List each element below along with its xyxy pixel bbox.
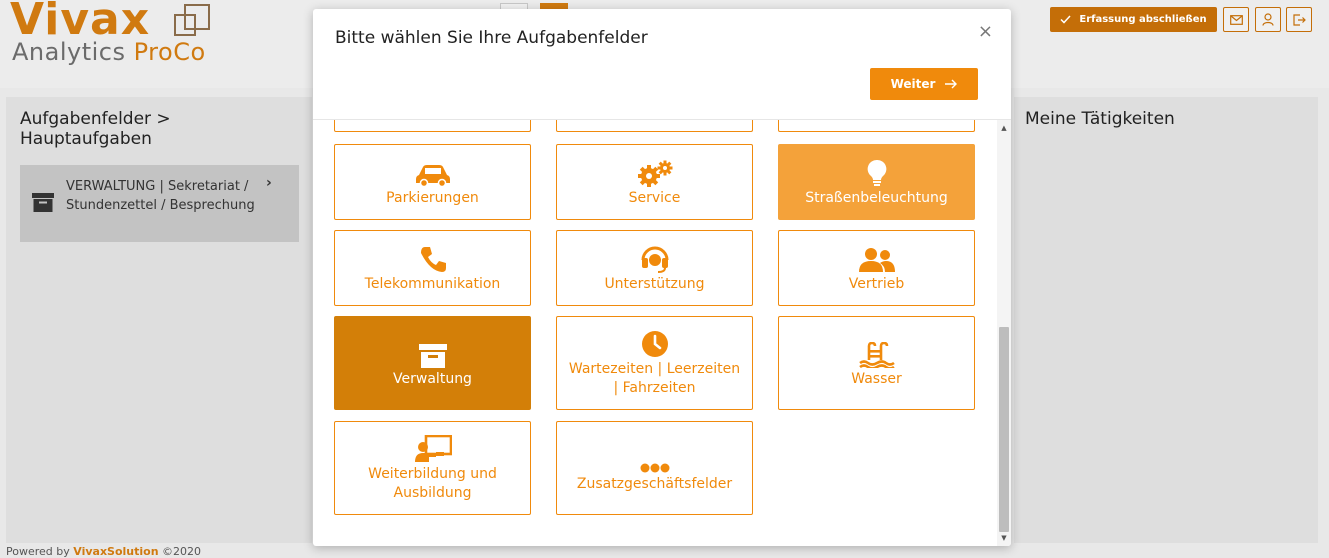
tile-partial[interactable] [334, 120, 531, 132]
check-icon [1060, 15, 1071, 24]
my-activities-title: Meine Tätigkeiten [1025, 109, 1175, 129]
lightbulb-icon [867, 159, 886, 186]
tile-label: Weiterbildung und Ausbildung [368, 466, 497, 501]
next-button-label: Weiter [890, 77, 936, 91]
tile-label: Verwaltung [393, 370, 472, 387]
tile-wasser[interactable]: Wasser [778, 316, 975, 410]
clock-icon [641, 331, 668, 357]
mail-button[interactable] [1223, 7, 1249, 32]
archive-box-icon [32, 193, 54, 212]
my-activities-panel: Meine Tätigkeiten [1014, 97, 1318, 543]
tile-label: Vertrieb [848, 275, 905, 292]
footer: Powered by VivaxSolution ©2020 [6, 545, 201, 558]
logo-sub-text: Analytics ProCo [12, 38, 206, 66]
users-icon [858, 247, 895, 272]
close-icon[interactable]: × [978, 21, 993, 42]
footer-suffix: ©2020 [158, 545, 202, 558]
selected-task-card[interactable]: VERWALTUNG | Sekretariat / Stundenzettel… [20, 165, 299, 242]
tile-strassenbeleuchtung[interactable]: Straßenbeleuchtung [778, 144, 975, 220]
footer-brand-link[interactable]: VivaxSolution [73, 545, 158, 558]
next-button[interactable]: Weiter [870, 68, 978, 100]
tile-partial[interactable] [556, 120, 753, 132]
logo-squares-icon [174, 4, 212, 40]
tile-unterstuetzung[interactable]: Unterstützung [556, 230, 753, 306]
phone-icon [420, 246, 446, 272]
tile-scrollbar[interactable]: ▲ ▼ [997, 120, 1011, 546]
tile-label: Service [628, 189, 681, 206]
logo: Vivax Analytics ProCo [10, 0, 240, 72]
pool-icon [858, 341, 895, 368]
tile-label: Parkierungen [386, 189, 479, 206]
user-icon [1262, 13, 1274, 26]
scrollbar-thumb[interactable] [999, 327, 1009, 532]
arrow-right-icon [945, 79, 958, 89]
headset-icon [641, 246, 668, 273]
footer-prefix: Powered by [6, 545, 74, 558]
archive-box-icon [418, 343, 447, 368]
tile-verwaltung[interactable]: Verwaltung [334, 316, 531, 410]
tile-label: Wartezeiten | Leerzeiten | Fahrzeiten [568, 361, 741, 396]
finish-capture-label: Erfassung abschließen [1079, 14, 1207, 25]
logout-icon [1292, 13, 1306, 26]
scroll-up-icon[interactable]: ▲ [997, 122, 1011, 134]
task-field-selection-dialog: Bitte wählen Sie Ihre Aufgabenfelder × W… [313, 9, 1011, 546]
tile-grid: Parkierungen Service Straßenbeleuchtung … [313, 120, 997, 546]
mail-icon [1229, 14, 1243, 25]
tile-wartezeiten[interactable]: Wartezeiten | Leerzeiten | Fahrzeiten [556, 316, 753, 410]
scroll-down-icon[interactable]: ▼ [997, 532, 1011, 544]
finish-capture-button[interactable]: Erfassung abschließen [1050, 7, 1217, 32]
tile-telekommunikation[interactable]: Telekommunikation [334, 230, 531, 306]
tile-vertrieb[interactable]: Vertrieb [778, 230, 975, 306]
tile-label: Straßenbeleuchtung [805, 189, 948, 206]
dots-icon [640, 463, 669, 472]
tile-parkierungen[interactable]: Parkierungen [334, 144, 531, 220]
logout-button[interactable] [1286, 7, 1312, 32]
logo-sub-main: Analytics [12, 38, 126, 66]
task-fields-title: Aufgabenfelder > Hauptaufgaben [20, 109, 171, 149]
teacher-icon [414, 435, 452, 462]
tile-service[interactable]: Service [556, 144, 753, 220]
tile-zusatzgeschaeftsfelder[interactable]: Zusatzgeschäftsfelder [556, 421, 753, 515]
task-fields-panel: Aufgabenfelder > Hauptaufgaben VERWALTUN… [6, 97, 312, 543]
selected-task-text: VERWALTUNG | Sekretariat / Stundenzettel… [66, 179, 255, 213]
tile-partial[interactable] [778, 120, 975, 132]
tile-label: Unterstützung [604, 275, 705, 292]
tile-weiterbildung[interactable]: Weiterbildung und Ausbildung [334, 421, 531, 515]
tile-label: Wasser [851, 370, 902, 387]
profile-button[interactable] [1255, 7, 1281, 32]
tile-label: Telekommunikation [364, 275, 501, 292]
car-icon [415, 164, 450, 187]
gears-icon [637, 160, 672, 187]
chevron-right-icon: › [266, 175, 272, 191]
tile-label: Zusatzgeschäftsfelder [576, 475, 733, 492]
logo-sub-accent: ProCo [133, 38, 206, 66]
dialog-title: Bitte wählen Sie Ihre Aufgabenfelder [335, 28, 648, 48]
